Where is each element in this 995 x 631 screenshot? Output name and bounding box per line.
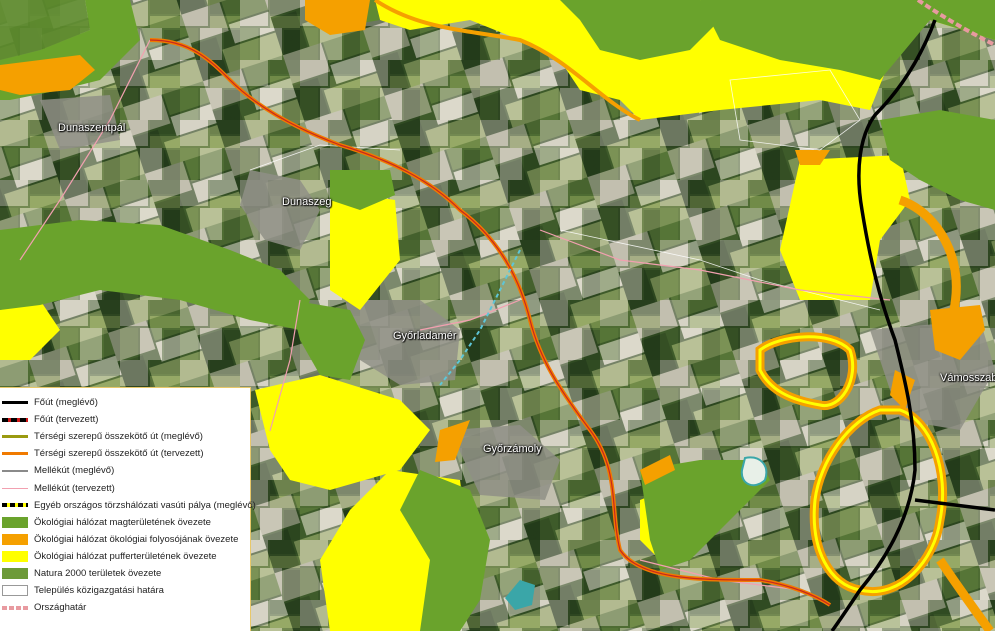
legend-item-regional-road-existing: Térségi szerepű összekötő út (meglévő) bbox=[0, 428, 250, 445]
legend-label: Országhatár bbox=[34, 602, 87, 614]
legend-label: Térségi szerepű összekötő út (meglévő) bbox=[34, 431, 203, 443]
outline-box-icon bbox=[2, 585, 28, 597]
legend-label: Mellékút (tervezett) bbox=[34, 482, 115, 494]
legend-label: Natura 2000 területek övezete bbox=[34, 567, 162, 579]
legend-label: Település közigazgatási határa bbox=[34, 585, 164, 597]
green-fill-icon bbox=[2, 516, 28, 528]
legend-item-regional-road-planned: Térségi szerepű összekötő út (tervezett) bbox=[0, 445, 250, 462]
legend-label: Ökológiai hálózat magterületének övezete bbox=[34, 516, 211, 528]
legend-item-main-road-existing: Főút (meglévő) bbox=[0, 394, 250, 411]
legend-item-secondary-road-planned: Mellékút (tervezett) bbox=[0, 479, 250, 496]
solid-black-line-icon bbox=[2, 397, 28, 409]
grey-line-icon bbox=[2, 465, 28, 477]
place-label-dunaszeg: Dunaszeg bbox=[282, 196, 332, 208]
place-label-gyorladamer: Győrladamér bbox=[393, 330, 457, 342]
olive-line-icon bbox=[2, 431, 28, 443]
legend-item-country-border: Országhatár bbox=[0, 599, 250, 616]
place-label-vamosszabadi: Vámosszabadi bbox=[940, 372, 995, 384]
dark-green-fill-icon bbox=[2, 567, 28, 579]
legend-label: Mellékút (meglévő) bbox=[34, 465, 115, 477]
legend-item-natura-2000: Natura 2000 területek övezete bbox=[0, 565, 250, 582]
orange-line-icon bbox=[2, 448, 28, 460]
legend-item-core-zone: Ökológiai hálózat magterületének övezete bbox=[0, 514, 250, 531]
yellow-fill-icon bbox=[2, 550, 28, 562]
pink-line-icon bbox=[2, 482, 28, 494]
legend-item-buffer-zone: Ökológiai hálózat pufferterületének övez… bbox=[0, 548, 250, 565]
legend-item-corridor-zone: Ökológiai hálózat ökológiai folyosójának… bbox=[0, 531, 250, 548]
legend-item-main-road-planned: Főút (tervezett) bbox=[0, 411, 250, 428]
legend-item-settlement-boundary: Település közigazgatási határa bbox=[0, 582, 250, 599]
legend-label: Ökológiai hálózat ökológiai folyosójának… bbox=[34, 533, 239, 545]
map-legend: Főút (meglévő) Főút (tervezett) Térségi … bbox=[0, 387, 256, 631]
legend-label: Egyéb országos törzshálózati vasúti pály… bbox=[34, 499, 256, 511]
pond bbox=[740, 456, 768, 487]
legend-item-secondary-road-existing: Mellékút (meglévő) bbox=[0, 462, 250, 479]
legend-label: Térségi szerepű összekötő út (tervezett) bbox=[34, 448, 204, 460]
legend-label: Ökológiai hálózat pufferterületének övez… bbox=[34, 550, 217, 562]
border-line-icon bbox=[2, 602, 28, 614]
legend-item-railway: Egyéb országos törzshálózati vasúti pály… bbox=[0, 497, 256, 514]
orange-fill-icon bbox=[2, 533, 28, 545]
place-label-dunaszentpal: Dunaszentpál bbox=[58, 122, 126, 134]
legend-label: Főút (meglévő) bbox=[34, 397, 98, 409]
place-label-gyorzamoly: Győrzámoly bbox=[483, 443, 542, 455]
railway-line-icon bbox=[2, 499, 28, 511]
dashed-black-red-line-icon bbox=[2, 414, 28, 426]
legend-label: Főút (tervezett) bbox=[34, 414, 99, 426]
